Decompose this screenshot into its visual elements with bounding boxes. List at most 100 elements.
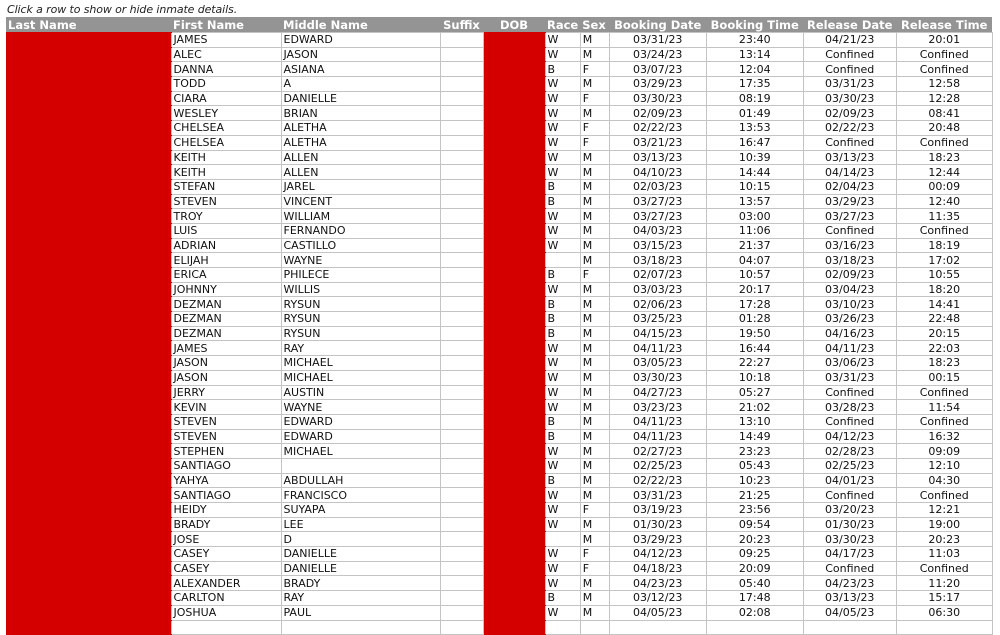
table-row[interactable]: CHELSEA ALETHA W F 03/21/23 16:47 Confined Conf… bbox=[6, 134, 993, 151]
release-date-cell: 02/09/23 bbox=[802, 267, 897, 283]
release-date-cell: 03/20/23 bbox=[802, 502, 897, 518]
table-row[interactable]: KEITH ALLEN W M 03/13/23 10:39 03/13/23 18:23 bbox=[6, 149, 993, 166]
race-cell: B bbox=[544, 311, 581, 327]
table-row[interactable]: DEZMAN RYSUN B M 04/15/23 19:50 04/16/23 20:15 bbox=[6, 325, 993, 342]
booking-time-cell: 23:40 bbox=[705, 32, 804, 48]
suffix-cell bbox=[439, 252, 484, 268]
table-row[interactable]: JAMES RAY W M 04/11/23 16:44 04/11/23 22:03 bbox=[6, 340, 993, 357]
table-row[interactable]: BRADY LEE W M 01/30/23 09:54 01/30/23 19:00 bbox=[6, 516, 993, 533]
table-row[interactable] bbox=[6, 619, 993, 635]
release-time-cell: 14:41 bbox=[895, 296, 993, 313]
header-sex[interactable]: Sex bbox=[580, 17, 610, 33]
table-row[interactable]: JAMES EDWARD W M 03/31/23 23:40 04/21/23 20:01 bbox=[6, 32, 993, 48]
header-first-name[interactable]: First Name bbox=[171, 17, 281, 33]
booking-time-cell: 16:44 bbox=[705, 340, 804, 357]
last-name-redacted bbox=[6, 90, 171, 107]
last-name-redacted bbox=[6, 105, 171, 122]
table-row[interactable]: JERRY AUSTIN W M 04/27/23 05:27 Confined Confin… bbox=[6, 384, 993, 401]
table-row[interactable]: JOSE D M 03/29/23 20:23 03/30/23 20:23 bbox=[6, 531, 993, 548]
last-name-redacted bbox=[6, 546, 171, 562]
first-name-cell: CASEY bbox=[170, 560, 282, 577]
table-row[interactable]: STEVEN EDWARD B M 04/11/23 13:10 Confined Confi… bbox=[6, 413, 993, 430]
booking-date-cell: 03/05/23 bbox=[608, 355, 707, 371]
table-row[interactable]: DEZMAN RYSUN B M 03/25/23 01:28 03/26/23 22:48 bbox=[6, 311, 993, 327]
dob-redacted bbox=[483, 590, 545, 606]
booking-time-cell: 20:17 bbox=[705, 281, 804, 298]
table-row[interactable]: DANNA ASIANA B F 03/07/23 12:04 Confined Confin… bbox=[6, 61, 993, 78]
sex-cell: F bbox=[579, 546, 610, 562]
booking-date-cell: 02/22/23 bbox=[608, 472, 707, 489]
booking-time-cell: 08:19 bbox=[705, 90, 804, 107]
table-row[interactable]: ALEXANDER BRADY W M 04/23/23 05:40 04/23/23 11:… bbox=[6, 575, 993, 592]
table-row[interactable]: TODD A W M 03/29/23 17:35 03/31/23 12:58 bbox=[6, 76, 993, 92]
header-last-name[interactable]: Last Name bbox=[6, 17, 171, 33]
table-row[interactable]: ALEC JASON W M 03/24/23 13:14 Confined Confined bbox=[6, 46, 993, 63]
table-row[interactable]: YAHYA ABDULLAH B M 02/22/23 10:23 04/01/23 04:3… bbox=[6, 472, 993, 489]
header-middle-name[interactable]: Middle Name bbox=[281, 17, 440, 33]
suffix-cell bbox=[439, 32, 484, 48]
table-row[interactable]: DEZMAN RYSUN B M 02/06/23 17:28 03/10/23 14:41 bbox=[6, 296, 993, 313]
sex-cell: M bbox=[579, 105, 610, 122]
last-name-redacted bbox=[6, 399, 171, 415]
booking-time-cell: 23:23 bbox=[705, 443, 804, 459]
table-row[interactable]: STEFAN JAREL B M 02/03/23 10:15 02/04/23 00:09 bbox=[6, 178, 993, 195]
table-row[interactable]: ADRIAN CASTILLO W M 03/15/23 21:37 03/16/23 18:… bbox=[6, 237, 993, 254]
first-name-cell: KEITH bbox=[170, 164, 282, 180]
booking-date-cell: 03/24/23 bbox=[608, 46, 707, 63]
dob-redacted bbox=[483, 296, 545, 313]
table-row[interactable]: JASON MICHAEL W M 03/05/23 22:27 03/06/23 18:23 bbox=[6, 355, 993, 371]
table-row[interactable]: HEIDY SUYAPA W F 03/19/23 23:56 03/20/23 12:21 bbox=[6, 502, 993, 518]
last-name-redacted bbox=[6, 134, 171, 151]
last-name-redacted bbox=[6, 164, 171, 180]
middle-name-cell: JASON bbox=[280, 46, 441, 63]
table-row[interactable]: JOHNNY WILLIS W M 03/03/23 20:17 03/04/23 18:20 bbox=[6, 281, 993, 298]
middle-name-cell: EDWARD bbox=[280, 428, 441, 445]
first-name-cell: STEPHEN bbox=[170, 443, 282, 459]
table-row[interactable]: KEVIN WAYNE W M 03/23/23 21:02 03/28/23 11:54 bbox=[6, 399, 993, 415]
race-cell: W bbox=[544, 604, 581, 621]
table-row[interactable]: ERICA PHILECE B F 02/07/23 10:57 02/09/23 10:55 bbox=[6, 267, 993, 283]
table-row[interactable]: JOSHUA PAUL W M 04/05/23 02:08 04/05/23 06:30 bbox=[6, 604, 993, 621]
table-row[interactable]: SANTIAGO FRANCISCO W M 03/31/23 21:25 Confined… bbox=[6, 487, 993, 503]
header-booking-time[interactable]: Booking Time bbox=[706, 17, 804, 33]
table-row[interactable]: JASON MICHAEL W M 03/30/23 10:18 03/31/23 00:15 bbox=[6, 369, 993, 386]
middle-name-cell: WILLIS bbox=[280, 281, 441, 298]
first-name-cell: ALEXANDER bbox=[170, 575, 282, 592]
suffix-cell bbox=[439, 399, 484, 415]
table-row[interactable]: CIARA DANIELLE W F 03/30/23 08:19 03/30/23 12:2… bbox=[6, 90, 993, 107]
table-row[interactable]: ELIJAH WAYNE M 03/18/23 04:07 03/18/23 17:02 bbox=[6, 252, 993, 268]
header-dob[interactable]: DOB bbox=[483, 17, 545, 33]
booking-time-cell: 20:23 bbox=[705, 531, 804, 548]
booking-date-cell: 03/03/23 bbox=[608, 281, 707, 298]
table-row[interactable]: CHELSEA ALETHA W F 02/22/23 13:53 02/22/23 20:4… bbox=[6, 120, 993, 136]
table-row[interactable]: CASEY DANIELLE W F 04/12/23 09:25 04/17/23 11:0… bbox=[6, 546, 993, 562]
race-cell: B bbox=[544, 193, 581, 210]
header-booking-date[interactable]: Booking Date bbox=[609, 17, 707, 33]
table-row[interactable]: CARLTON RAY B M 03/12/23 17:48 03/13/23 15:17 bbox=[6, 590, 993, 606]
first-name-cell: DANNA bbox=[170, 61, 282, 78]
middle-name-cell: MICHAEL bbox=[280, 355, 441, 371]
release-date-cell: Confined bbox=[802, 134, 897, 151]
sex-cell: F bbox=[579, 120, 610, 136]
header-release-date[interactable]: Release Date bbox=[803, 17, 897, 33]
table-row[interactable]: STEVEN VINCENT B M 03/27/23 13:57 03/29/23 12:4… bbox=[6, 193, 993, 210]
suffix-cell bbox=[439, 222, 484, 239]
release-time-cell: 22:48 bbox=[895, 311, 993, 327]
table-row[interactable]: WESLEY BRIAN W M 02/09/23 01:49 02/09/23 08:41 bbox=[6, 105, 993, 122]
release-date-cell: Confined bbox=[802, 560, 897, 577]
header-race[interactable]: Race bbox=[545, 17, 581, 33]
suffix-cell bbox=[439, 413, 484, 430]
table-row[interactable]: LUIS FERNANDO W M 04/03/23 11:06 Confined Confi… bbox=[6, 222, 993, 239]
header-suffix[interactable]: Suffix bbox=[440, 17, 483, 33]
table-row[interactable]: SANTIAGO W M 02/25/23 05:43 02/25/23 12:10 bbox=[6, 457, 993, 474]
header-release-time[interactable]: Release Time bbox=[896, 17, 993, 33]
table-row[interactable]: KEITH ALLEN W M 04/10/23 14:44 04/14/23 12:44 bbox=[6, 164, 993, 180]
table-row[interactable]: STEPHEN MICHAEL W M 02/27/23 23:23 02/28/23 09:… bbox=[6, 443, 993, 459]
table-row[interactable]: STEVEN EDWARD B M 04/11/23 14:49 04/12/23 16:32 bbox=[6, 428, 993, 445]
last-name-redacted bbox=[6, 457, 171, 474]
release-time-cell: Confined bbox=[895, 384, 993, 401]
table-row[interactable]: CASEY DANIELLE W F 04/18/23 20:09 Confined Conf… bbox=[6, 560, 993, 577]
release-date-cell: 04/17/23 bbox=[802, 546, 897, 562]
table-row[interactable]: TROY WILLIAM W M 03/27/23 03:00 03/27/23 11:35 bbox=[6, 208, 993, 224]
last-name-redacted bbox=[6, 267, 171, 283]
